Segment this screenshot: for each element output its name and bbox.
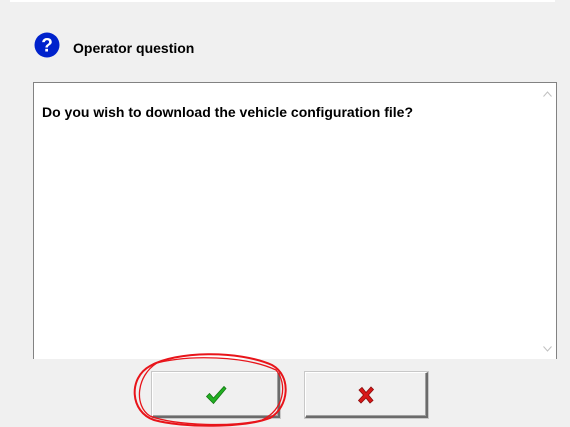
vertical-scrollbar[interactable] <box>539 83 556 359</box>
red-x-icon <box>357 385 375 404</box>
message-area: Do you wish to download the vehicle conf… <box>33 82 557 359</box>
checkmark-icon <box>205 385 227 404</box>
scroll-up-arrow-icon[interactable] <box>539 85 556 102</box>
operator-question-dialog: ? Operator question Do you wish to downl… <box>0 0 570 427</box>
svg-text:?: ? <box>41 36 53 57</box>
question-icon: ? <box>34 32 60 58</box>
dialog-top-edge <box>10 0 555 2</box>
message-text: Do you wish to download the vehicle conf… <box>42 104 414 120</box>
dialog-header: ? Operator question <box>34 28 194 62</box>
dialog-title: Operator question <box>73 40 195 56</box>
cancel-button[interactable] <box>305 372 428 418</box>
scroll-down-arrow-icon[interactable] <box>539 340 556 357</box>
ok-button[interactable] <box>152 372 280 418</box>
